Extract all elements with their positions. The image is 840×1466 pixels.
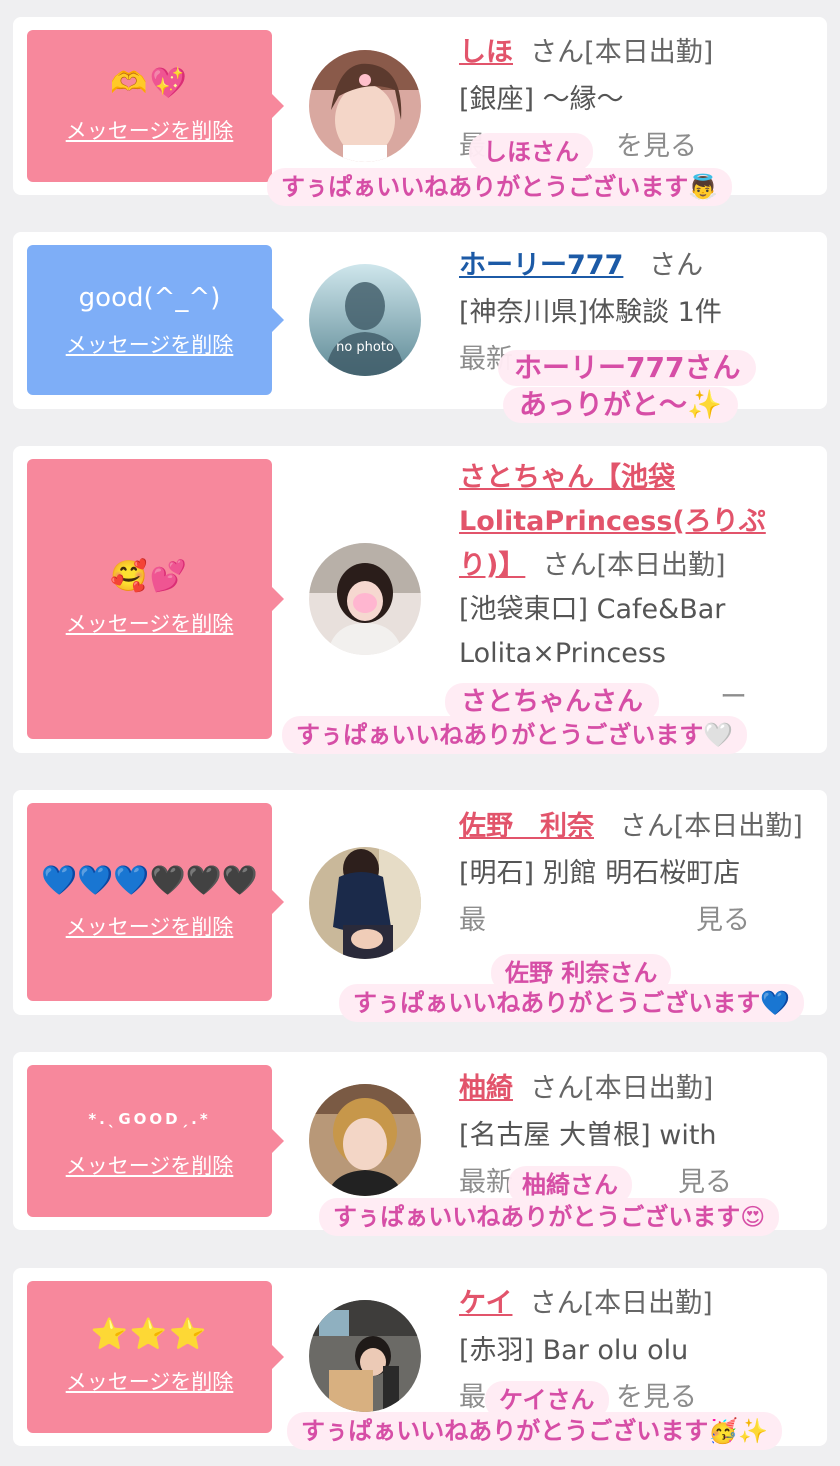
message-text: ⭐⭐⭐ (90, 1317, 209, 1352)
location-text: [明石] 別館 明石桜町店 (459, 858, 741, 889)
caption-text: すぅぱぁいいねありがとうございます😍 (319, 1198, 780, 1236)
avatar[interactable] (309, 1084, 421, 1196)
message-bubble: 💙💙💙🖤🖤🖤 メッセージを削除 (27, 803, 272, 1001)
profile-name[interactable]: しほ (459, 37, 513, 68)
location-text: [銀座] 〜縁〜 (459, 84, 624, 115)
caption-name: しほさん (469, 133, 593, 171)
status-text: [本日出勤] (584, 1073, 714, 1104)
message-text: good(^_^) (78, 283, 221, 313)
honorific: さん (542, 550, 597, 581)
delete-message-link[interactable]: メッセージを削除 (66, 911, 234, 941)
delete-message-link[interactable]: メッセージを削除 (66, 115, 234, 145)
message-bubble: good(^_^) メッセージを削除 (27, 245, 272, 395)
avatar[interactable] (309, 1300, 421, 1412)
profile-info: さとちゃん【池袋LolitaPrincess(ろりぷり)】 さん[本日出勤] [… (459, 456, 807, 720)
location-text: [名古屋 大曽根] with (459, 1120, 717, 1151)
honorific: さん (619, 811, 674, 842)
honorific: さん (530, 1073, 585, 1104)
message-bubble: ⭐⭐⭐ メッセージを削除 (27, 1281, 272, 1433)
avatar[interactable] (309, 847, 421, 959)
delete-message-link[interactable]: メッセージを削除 (66, 1366, 234, 1396)
message-bubble: 🫶💖 メッセージを削除 (27, 30, 272, 182)
message-text: 🫶💖 (110, 66, 189, 101)
honorific: さん (530, 37, 585, 68)
delete-message-link[interactable]: メッセージを削除 (66, 608, 234, 638)
caption-text: あっりがと〜✨ (503, 387, 738, 423)
status-text: [本日出勤] (673, 811, 803, 842)
profile-info: 佐野 利奈 さん[本日出勤] [明石] 別館 明石桜町店 最見る (459, 803, 807, 944)
message-card: 💙💙💙🖤🖤🖤 メッセージを削除 佐野 利奈 さん[本日出勤] [明石] 別館 明… (13, 790, 827, 1015)
message-bubble: 🥰💕 メッセージを削除 (27, 459, 272, 739)
caption-text: すぅぱぁいいねありがとうございます👼 (267, 168, 733, 206)
profile-name[interactable]: ホーリー777 (459, 250, 623, 281)
message-text: 💙💙💙🖤🖤🖤 (41, 863, 258, 897)
status-text: [本日出勤] (583, 1288, 713, 1319)
location-text: [池袋東口] Cafe&Bar Lolita×Princess (459, 594, 726, 669)
message-card: 🥰💕 メッセージを削除 さとちゃん【池袋LolitaPrincess(ろりぷり)… (13, 446, 827, 753)
honorific: さん (529, 1288, 584, 1319)
profile-name[interactable]: ケイ (459, 1288, 512, 1319)
status-text: [本日出勤] (596, 550, 726, 581)
caption-text: すぅぱぁいいねありがとうございます💙 (339, 984, 805, 1022)
message-text: 🥰💕 (110, 559, 189, 594)
caption-text: すぅぱぁいいねありがとうございます🤍 (282, 716, 748, 754)
avatar[interactable]: no photo (309, 264, 421, 376)
message-text: *.ˎGOODˏ.* (88, 1110, 211, 1128)
delete-message-link[interactable]: メッセージを削除 (66, 1150, 234, 1180)
avatar[interactable] (309, 543, 421, 655)
message-bubble: *.ˎGOODˏ.* メッセージを削除 (27, 1065, 272, 1217)
profile-name[interactable]: 佐野 利奈 (459, 811, 594, 842)
delete-message-link[interactable]: メッセージを削除 (66, 329, 234, 359)
recent-link-peek: 最見る (459, 905, 750, 936)
status-text: [本日出勤] (584, 37, 714, 68)
avatar-placeholder-text: no photo (336, 340, 394, 355)
caption-name: ホーリー777さん (498, 350, 757, 386)
honorific: さん (649, 250, 704, 281)
location-text: [赤羽] Bar olu olu (459, 1335, 689, 1366)
caption-text: すぅぱぁいいねありがとうございます🥳✨ (287, 1412, 783, 1450)
profile-name[interactable]: 柚綺 (459, 1073, 513, 1104)
location-text: [神奈川県]体験談 1件 (459, 297, 722, 328)
avatar[interactable] (309, 50, 421, 162)
